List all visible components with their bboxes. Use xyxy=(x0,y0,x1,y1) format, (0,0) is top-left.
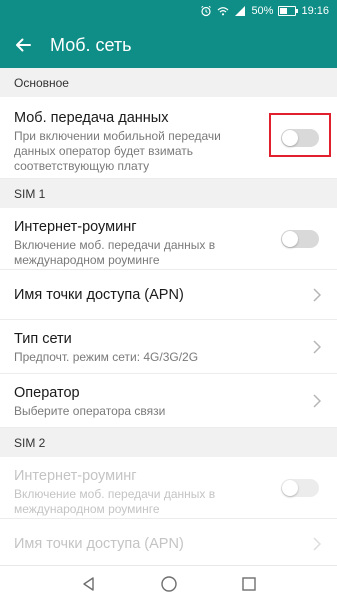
nav-back-button[interactable] xyxy=(78,573,100,595)
sim1-network-type-subtitle: Предпочт. режим сети: 4G/3G/2G xyxy=(14,350,199,364)
chevron-right-icon xyxy=(313,537,321,551)
chevron-right-icon xyxy=(313,339,321,354)
status-time: 19:16 xyxy=(301,5,329,17)
nav-home-icon xyxy=(160,575,177,592)
section-header-main: Основное xyxy=(0,68,337,97)
mobile-data-title: Моб. передача данных xyxy=(14,110,169,126)
sim1-roaming-switch[interactable] xyxy=(281,229,319,248)
sim2-roaming-row: Интернет-роуминг Включение моб. передачи… xyxy=(0,457,337,519)
sim2-apn-row: Имя точки доступа (APN) xyxy=(0,519,337,565)
nav-recents-icon xyxy=(241,576,256,591)
sim2-roaming-subtitle: Включение моб. передачи данных в междуна… xyxy=(14,487,216,516)
navigation-bar xyxy=(0,565,337,601)
signal-icon xyxy=(235,6,246,16)
back-button[interactable] xyxy=(0,22,46,68)
nav-recents-button[interactable] xyxy=(238,573,260,595)
status-bar: 50% 19:16 xyxy=(0,0,337,22)
nav-home-button[interactable] xyxy=(158,573,180,595)
sim1-roaming-title: Интернет-роуминг xyxy=(14,219,137,235)
sim1-roaming-row[interactable]: Интернет-роуминг Включение моб. передачи… xyxy=(0,208,337,270)
highlight-box xyxy=(269,113,331,157)
chevron-right-icon xyxy=(313,393,321,408)
back-arrow-icon xyxy=(16,38,31,52)
sim1-roaming-subtitle: Включение моб. передачи данных в междуна… xyxy=(14,238,216,267)
sim1-operator-row[interactable]: Оператор Выберите оператора связи xyxy=(0,374,337,428)
sim2-apn-title: Имя точки доступа (APN) xyxy=(14,536,184,552)
sim1-operator-subtitle: Выберите оператора связи xyxy=(14,404,166,418)
sim2-roaming-title: Интернет-роуминг xyxy=(14,468,137,484)
sim2-roaming-switch xyxy=(281,478,319,497)
battery-percent: 50% xyxy=(251,5,274,17)
sim1-apn-row[interactable]: Имя точки доступа (APN) xyxy=(0,270,337,320)
battery-icon xyxy=(278,6,299,16)
section-header-sim2: SIM 2 xyxy=(0,428,337,457)
sim1-network-type-row[interactable]: Тип сети Предпочт. режим сети: 4G/3G/2G xyxy=(0,320,337,374)
sim1-network-type-title: Тип сети xyxy=(14,331,72,347)
app-bar: Моб. сеть xyxy=(0,22,337,68)
chevron-right-icon xyxy=(313,287,321,302)
nav-back-icon xyxy=(82,576,94,591)
switch-knob xyxy=(282,230,298,247)
alarm-icon xyxy=(201,5,212,17)
switch-knob xyxy=(282,479,298,496)
mobile-data-subtitle: При включении мобильной передачи данных … xyxy=(14,129,221,173)
wifi-icon xyxy=(218,7,229,16)
section-header-sim1: SIM 1 xyxy=(0,179,337,208)
settings-list: Основное Моб. передача данных При включе… xyxy=(0,68,337,565)
page-title: Моб. сеть xyxy=(50,34,132,55)
sim1-operator-title: Оператор xyxy=(14,385,80,401)
status-icons: 50% 19:16 xyxy=(200,0,329,22)
sim1-apn-title: Имя точки доступа (APN) xyxy=(14,287,184,303)
